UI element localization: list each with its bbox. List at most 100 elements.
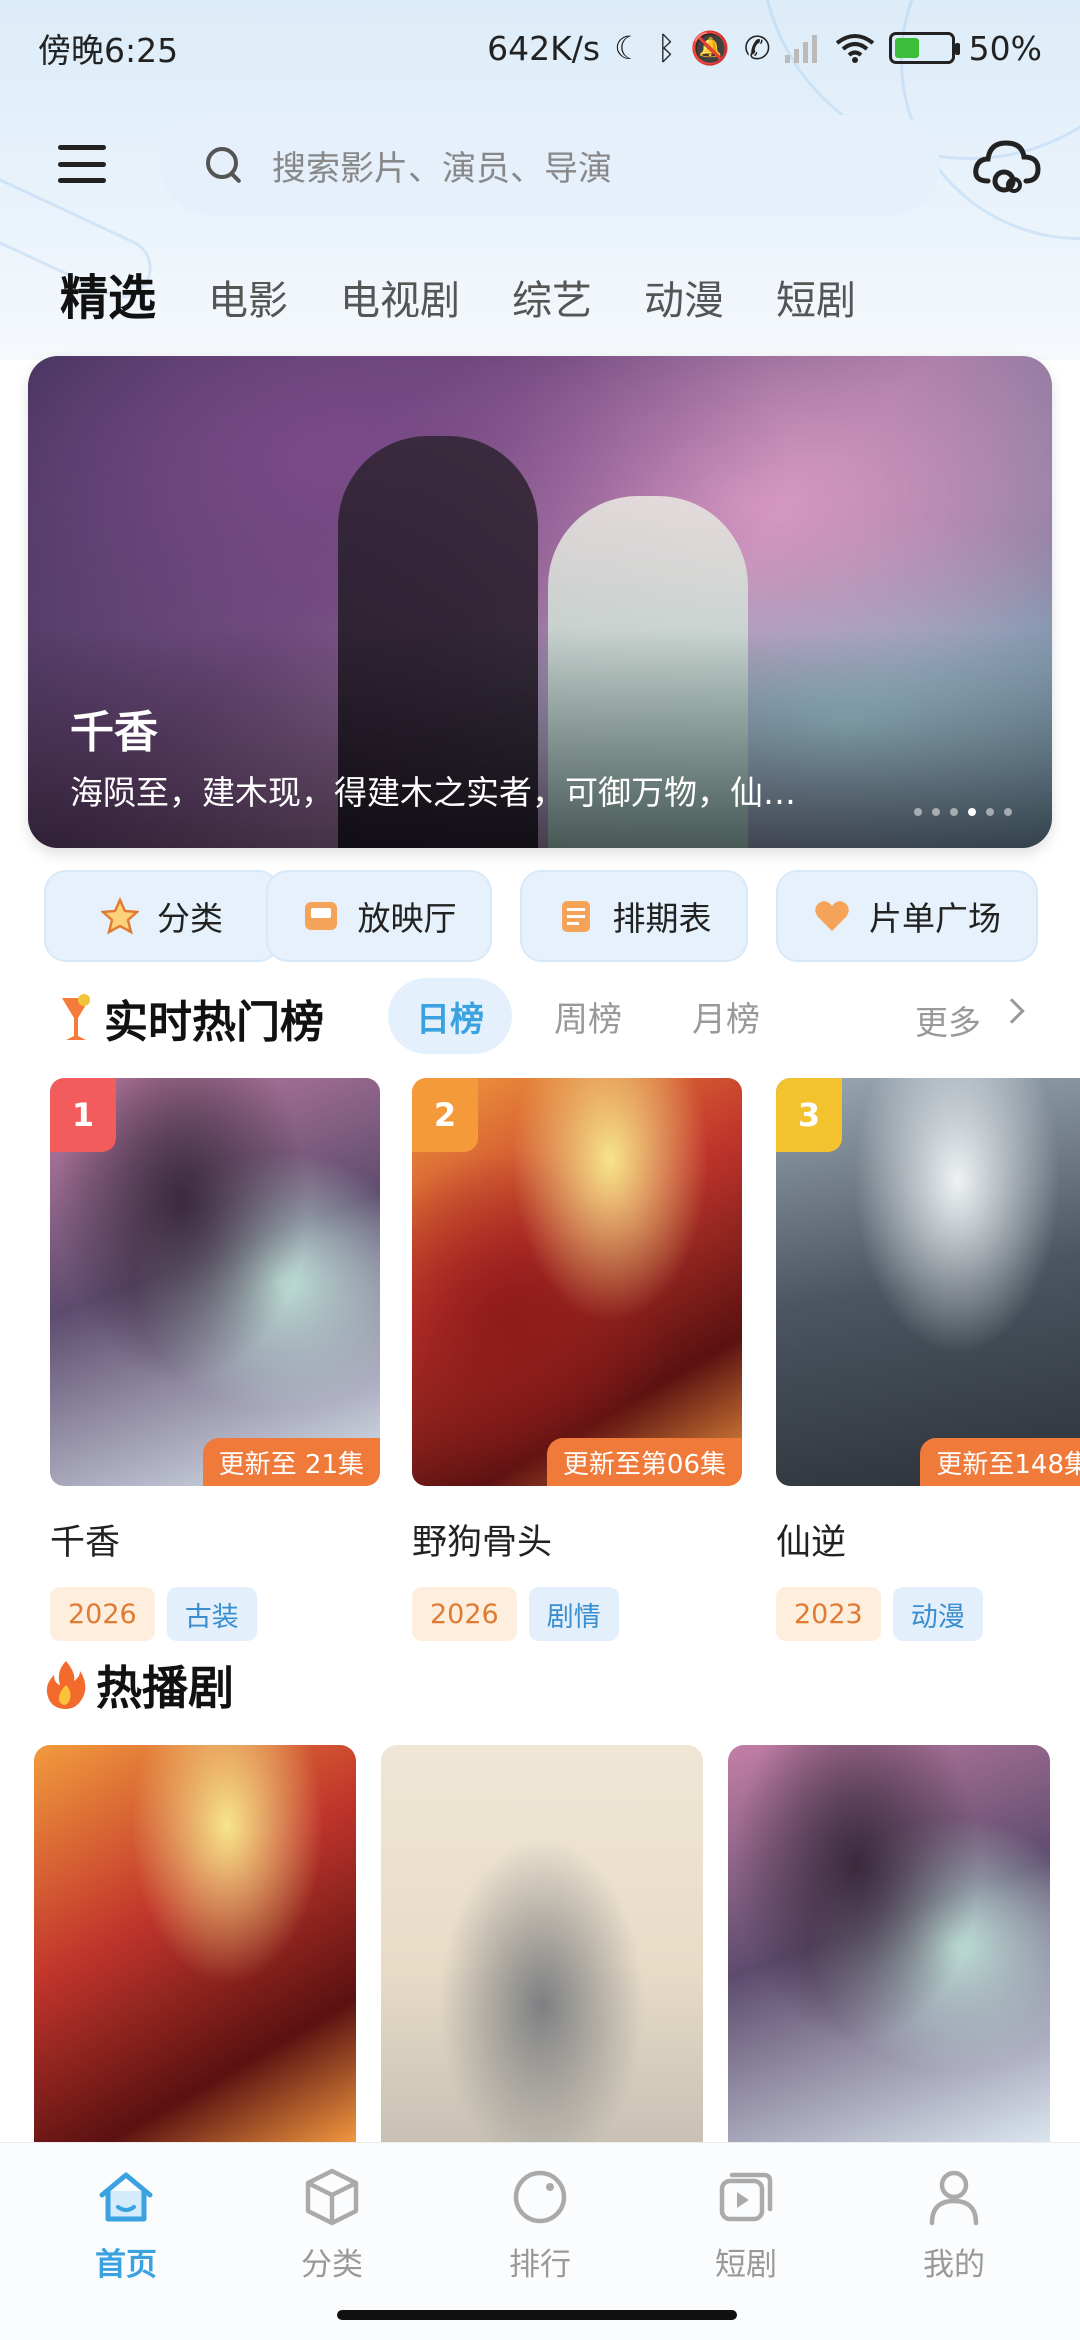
period-daily[interactable]: 日榜 — [388, 978, 512, 1054]
rank-card[interactable]: 3 更新至148集 仙逆 2023 动漫 — [776, 1078, 1080, 1641]
featured-banner[interactable]: 千香 海陨至，建木现，得建木之实者，可御万物，仙… — [28, 356, 1052, 848]
search-bar[interactable]: 搜索影片、演员、导演 — [160, 115, 940, 215]
heart-icon — [815, 901, 849, 931]
nav-ranking-label: 排行 — [509, 2247, 571, 2283]
nav-ranking[interactable]: 排行 — [470, 2165, 610, 2284]
schedule-icon — [561, 901, 590, 932]
banner-dot — [950, 808, 958, 816]
rank-badge: 2 — [412, 1078, 478, 1152]
hot-playing-title: 热播剧 — [96, 1661, 234, 1715]
search-icon — [204, 145, 244, 185]
banner-title: 千香 — [70, 707, 158, 758]
nav-short-drama-label: 短剧 — [715, 2247, 777, 2283]
card-tags: 2026 剧情 — [412, 1587, 742, 1641]
hot-list-header: 实时热门榜 日榜 周榜 月榜 更多 — [0, 978, 1080, 1058]
category-button[interactable]: 分类 — [44, 870, 280, 962]
tab-variety[interactable]: 综艺 — [512, 268, 592, 326]
tab-anime[interactable]: 动漫 — [644, 268, 724, 326]
rank-icon — [513, 2170, 567, 2224]
rank-card[interactable]: 2 更新至第06集 野狗骨头 2026 剧情 — [412, 1078, 742, 1641]
battery-percent: 50% — [968, 28, 1042, 68]
banner-pagination — [914, 808, 1012, 816]
schedule-label: 排期表 — [612, 899, 712, 938]
cube-icon — [305, 2168, 359, 2226]
update-badge: 更新至148集 — [920, 1438, 1080, 1486]
call-forward-icon: ✆ — [743, 29, 771, 67]
year-tag: 2026 — [412, 1587, 517, 1641]
poster-image: 3 更新至148集 — [776, 1078, 1080, 1486]
battery-icon — [888, 32, 960, 64]
drink-icon — [62, 994, 90, 1040]
wifi-icon — [835, 34, 874, 63]
tab-featured[interactable]: 精选 — [60, 258, 156, 328]
playlist-square-button[interactable]: 片单广场 — [776, 870, 1038, 962]
banner-dot — [932, 808, 940, 816]
banner-dot — [986, 808, 994, 816]
banner-dot — [914, 808, 922, 816]
home-indicator[interactable] — [337, 2310, 737, 2320]
mute-bell-icon: 🔕 — [689, 29, 730, 67]
rank-card[interactable]: 1 更新至 21集 千香 2026 古装 — [50, 1078, 380, 1641]
banner-shade — [28, 628, 1052, 848]
nav-home[interactable]: 首页 — [56, 2165, 196, 2284]
nav-profile-label: 我的 — [923, 2247, 985, 2283]
moon-icon: ☾ — [614, 29, 643, 67]
status-right: 642K/s ☾ ᛒ 🔕 ✆ 50% — [487, 29, 1042, 68]
screening-hall-label: 放映厅 — [357, 899, 457, 938]
genre-tag: 古装 — [166, 1587, 257, 1641]
bluetooth-icon: ᛒ — [656, 29, 676, 67]
tab-tv[interactable]: 电视剧 — [340, 268, 460, 326]
short-video-icon — [719, 2172, 773, 2222]
poster-image — [34, 1745, 356, 2145]
hot-list-title: 实时热门榜 — [58, 986, 324, 1050]
nav-category-label: 分类 — [301, 2247, 363, 2283]
nav-home-label: 首页 — [95, 2247, 157, 2283]
tab-movies[interactable]: 电影 — [208, 268, 288, 326]
nav-short-drama[interactable]: 短剧 — [676, 2165, 816, 2284]
hot-list-title-text: 实时热门榜 — [104, 997, 324, 1048]
banner-dot — [968, 808, 976, 816]
poster-image — [381, 1745, 703, 2145]
net-speed: 642K/s — [487, 28, 601, 68]
poster-image — [728, 1745, 1050, 2145]
star-icon — [101, 897, 139, 935]
tab-short-drama[interactable]: 短剧 — [776, 268, 856, 326]
chevron-right-icon[interactable] — [999, 998, 1025, 1024]
nav-profile[interactable]: 我的 — [884, 2165, 1024, 2284]
update-badge: 更新至 21集 — [202, 1438, 380, 1486]
category-label: 分类 — [157, 899, 223, 938]
screening-hall-button[interactable]: 放映厅 — [266, 870, 492, 962]
film-icon — [304, 902, 337, 930]
status-bar: 傍晚6:25 642K/s ☾ ᛒ 🔕 ✆ 50% — [0, 0, 1080, 96]
period-monthly[interactable]: 月榜 — [664, 978, 788, 1054]
year-tag: 2026 — [50, 1587, 155, 1641]
card-title: 仙逆 — [776, 1523, 847, 1563]
playlist-square-label: 片单广场 — [869, 899, 1001, 938]
menu-icon[interactable] — [58, 145, 106, 183]
drama-card[interactable] — [728, 1745, 1050, 2145]
schedule-button[interactable]: 排期表 — [520, 870, 748, 962]
nav-category[interactable]: 分类 — [262, 2165, 402, 2284]
category-tabs: 精选 电影 电视剧 综艺 动漫 短剧 — [60, 258, 908, 328]
period-weekly[interactable]: 周榜 — [526, 978, 650, 1054]
poster-image: 2 更新至第06集 — [412, 1078, 742, 1486]
banner-description: 海陨至，建木现，得建木之实者，可御万物，仙… — [70, 773, 796, 812]
update-badge: 更新至第06集 — [546, 1438, 742, 1486]
rank-badge: 3 — [776, 1078, 842, 1152]
quick-actions: 分类 放映厅 排期表 片单广场 — [0, 870, 1080, 962]
hot-playing-header: 热播剧 — [44, 1652, 234, 1718]
person-icon — [929, 2170, 979, 2226]
drama-card[interactable] — [381, 1745, 703, 2145]
top-header: 搜索影片、演员、导演 — [0, 115, 1080, 215]
card-tags: 2026 古装 — [50, 1587, 380, 1641]
more-link[interactable]: 更多 — [915, 996, 981, 1044]
signal-icon — [784, 35, 817, 63]
genre-tag: 剧情 — [528, 1587, 619, 1641]
year-tag: 2023 — [776, 1587, 881, 1641]
drama-card[interactable] — [34, 1745, 356, 2145]
fire-icon — [46, 1661, 86, 1709]
status-time: 傍晚6:25 — [38, 31, 179, 70]
cloud-icon[interactable] — [972, 135, 1042, 195]
card-title: 千香 — [50, 1523, 121, 1563]
card-tags: 2023 动漫 — [776, 1587, 1080, 1641]
